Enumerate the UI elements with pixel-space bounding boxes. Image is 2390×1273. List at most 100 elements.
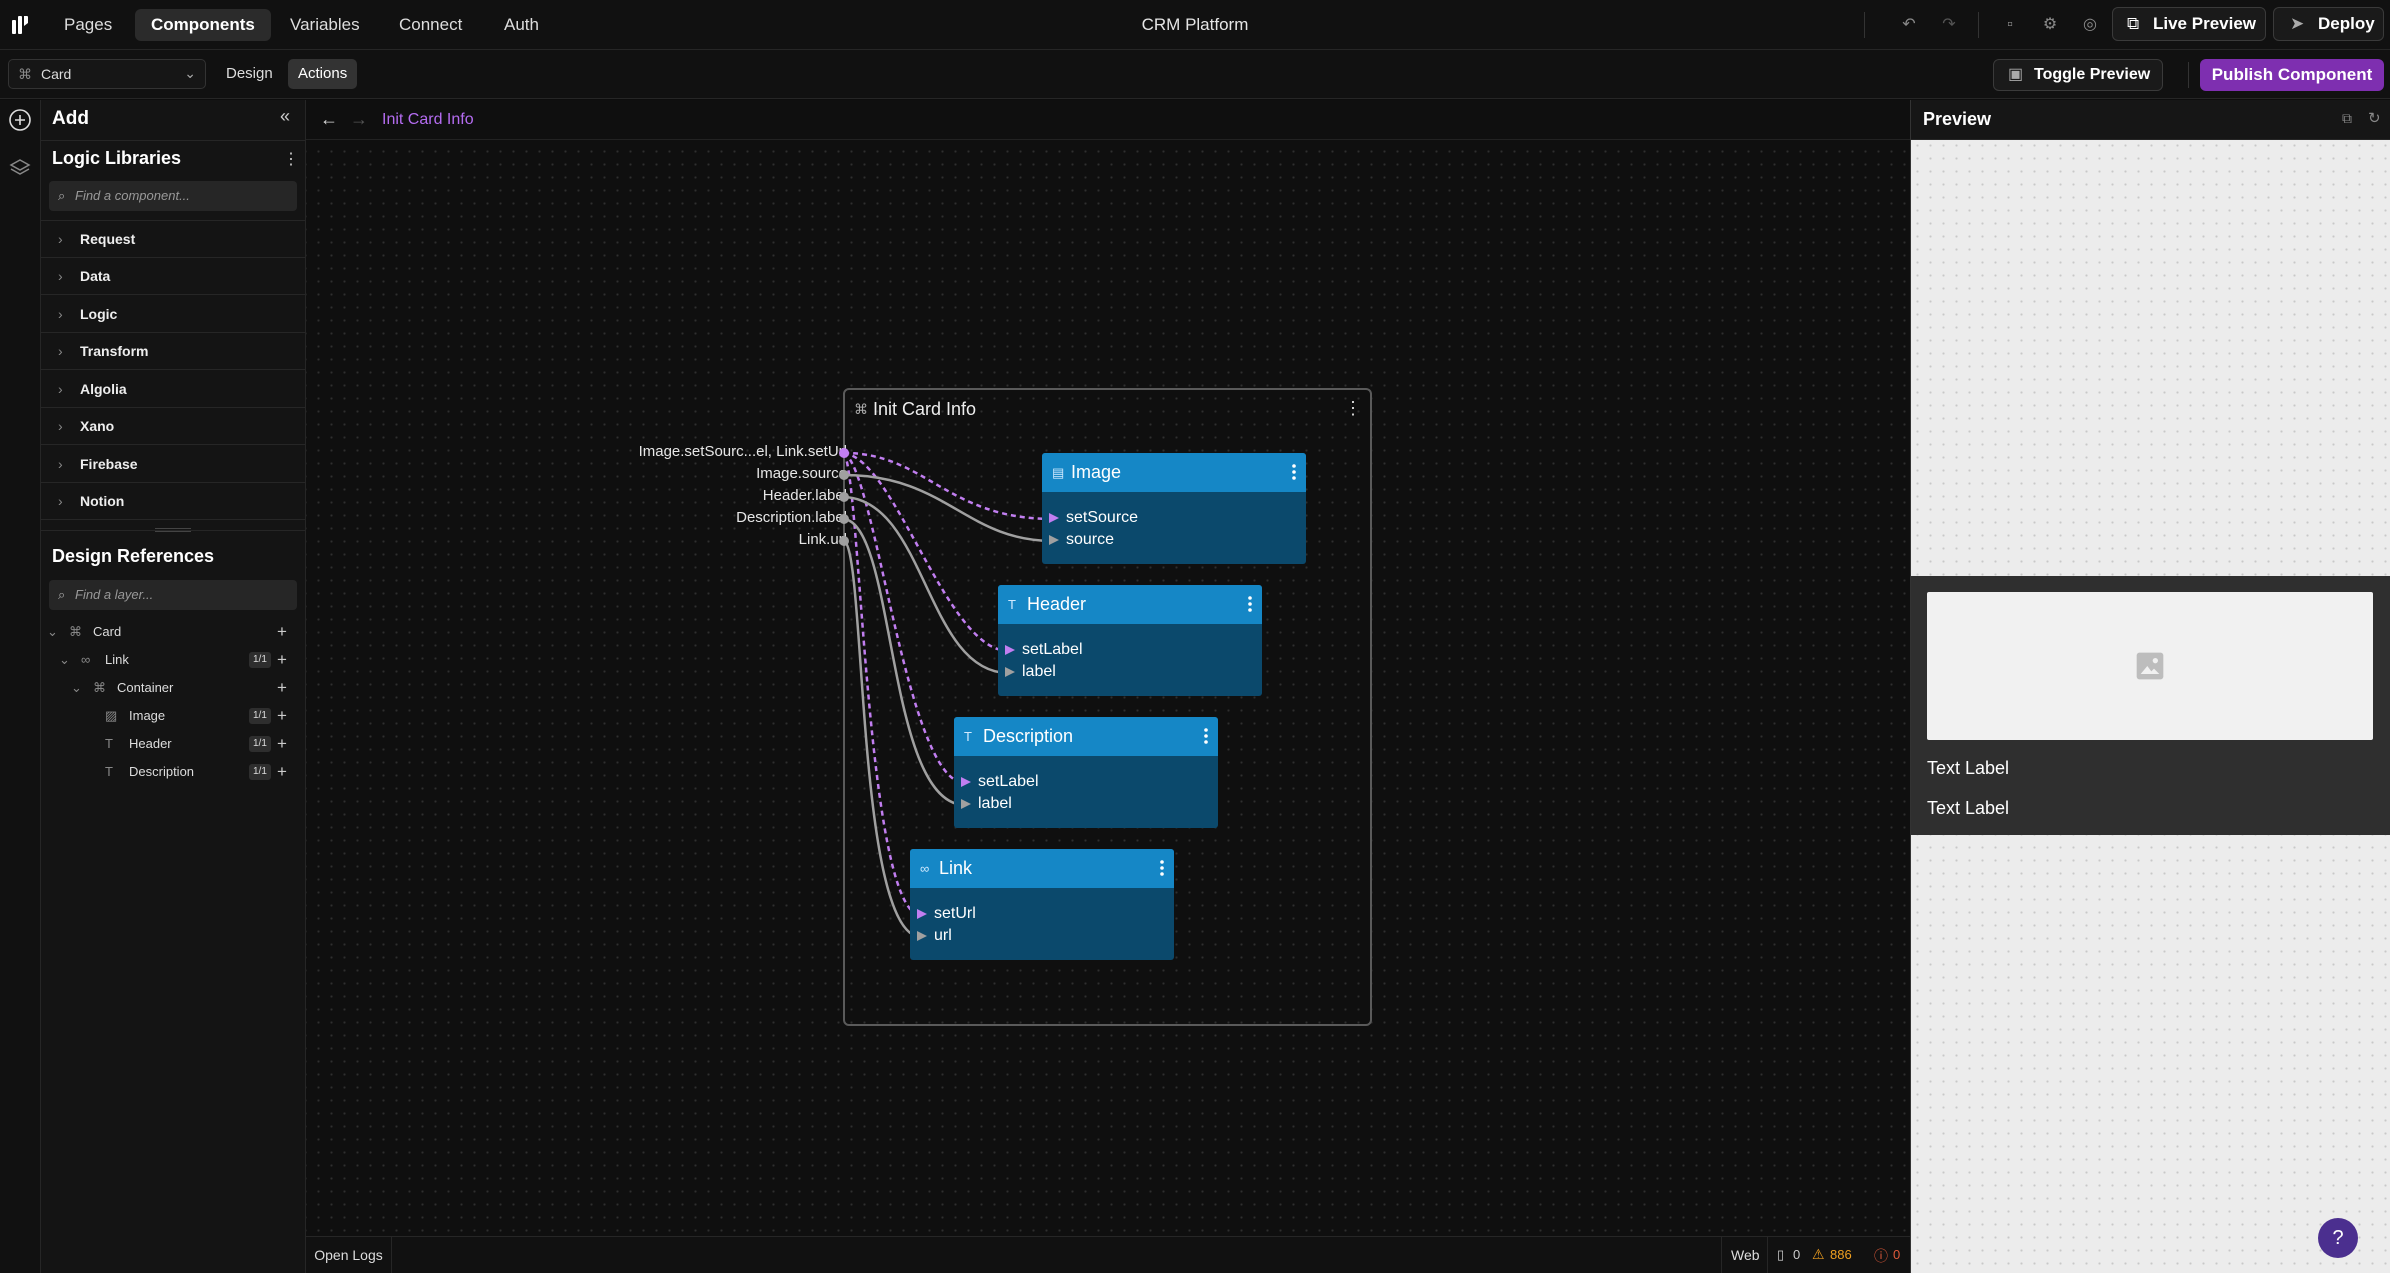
inspect-icon[interactable]: ⧉ <box>2342 110 2352 127</box>
layers-icon[interactable] <box>8 156 32 180</box>
add-icon[interactable]: + <box>277 674 287 702</box>
error-icon[interactable]: ⓘ <box>1874 1246 1888 1266</box>
node-header-bar[interactable]: T Header <box>998 585 1262 624</box>
component-search-placeholder: Find a component... <box>75 188 190 203</box>
tab-design[interactable]: Design <box>216 59 283 89</box>
live-preview-button[interactable]: ⧉ Live Preview <box>2112 7 2266 41</box>
more-vertical-icon[interactable] <box>1288 462 1300 482</box>
add-icon[interactable]: + <box>277 618 287 646</box>
add-icon[interactable]: + <box>277 730 287 758</box>
library-item-xano[interactable]: › Xano <box>41 408 306 445</box>
more-vertical-icon[interactable] <box>1244 594 1256 614</box>
logic-canvas[interactable]: ← → Init Card Info ⌘ Init Card Info ⋮ Im… <box>306 100 1910 1236</box>
component-icon: ⌘ <box>93 680 106 695</box>
node-description[interactable]: T Description setLabel label <box>954 717 1218 828</box>
library-item-label: Data <box>80 268 111 284</box>
add-icon[interactable]: + <box>277 758 287 786</box>
more-vertical-icon[interactable]: ⋮ <box>283 149 299 169</box>
event-input-port[interactable] <box>1004 644 1016 656</box>
output-port[interactable] <box>839 448 849 458</box>
add-icon[interactable] <box>8 108 32 132</box>
library-item-data[interactable]: › Data <box>41 258 306 295</box>
divider <box>1978 12 1979 38</box>
port-label: label <box>1022 663 1056 680</box>
layer-row-card[interactable]: ⌄ ⌘ Card + <box>41 618 306 646</box>
collapse-panel-icon[interactable]: « <box>280 106 290 127</box>
layer-row-image[interactable]: ▨ Image 1/1 + <box>41 702 306 730</box>
library-item-transform[interactable]: › Transform <box>41 333 306 370</box>
nav-tab-components[interactable]: Components <box>135 9 271 41</box>
chevron-right-icon: › <box>58 268 63 284</box>
card-preview[interactable]: Text Label Text Label <box>1911 576 2390 835</box>
port-label: source <box>1066 531 1115 548</box>
library-item-algolia[interactable]: › Algolia <box>41 371 306 408</box>
node-link[interactable]: ∞ Link setUrl url <box>910 849 1174 960</box>
refresh-icon[interactable]: ↻ <box>2368 109 2381 127</box>
layer-row-header[interactable]: T Header 1/1 + <box>41 730 306 758</box>
data-input-port[interactable] <box>1048 534 1060 546</box>
event-input-port[interactable] <box>960 776 972 788</box>
component-select[interactable]: ⌘ Card ⌄ <box>8 59 206 89</box>
nav-tab-auth[interactable]: Auth <box>488 9 555 41</box>
layer-row-description[interactable]: T Description 1/1 + <box>41 758 306 786</box>
toggle-preview-button[interactable]: ▣ Toggle Preview <box>1993 59 2163 91</box>
send-icon: ➤ <box>2290 14 2305 33</box>
node-header[interactable]: T Header setLabel label <box>998 585 1262 696</box>
divider <box>41 140 306 141</box>
globe-icon[interactable]: ◎ <box>2079 14 2101 36</box>
open-logs-button[interactable]: Open Logs <box>306 1237 392 1273</box>
image-icon <box>2136 652 2164 680</box>
port-label: setSource <box>1066 509 1139 526</box>
screen-size-icon[interactable]: ▫ <box>1999 14 2021 36</box>
warning-count: 886 <box>1830 1247 1852 1262</box>
resize-handle[interactable] <box>155 528 191 532</box>
node-header-bar[interactable]: ∞ Link <box>910 849 1174 888</box>
event-input-port[interactable] <box>1048 512 1060 524</box>
chevron-right-icon: › <box>58 493 63 509</box>
add-icon[interactable]: + <box>277 646 287 674</box>
text-icon: T <box>1008 597 1016 612</box>
gear-icon[interactable]: ⚙ <box>2039 14 2061 36</box>
tab-actions[interactable]: Actions <box>288 59 358 89</box>
more-vertical-icon[interactable] <box>1156 858 1168 878</box>
nav-tab-connect[interactable]: Connect <box>383 9 478 41</box>
text-icon: T <box>964 729 972 744</box>
layer-row-container[interactable]: ⌄ ⌘ Container + <box>41 674 306 702</box>
undo-icon[interactable]: ↶ <box>1898 14 1920 36</box>
library-item-firebase[interactable]: › Firebase <box>41 446 306 483</box>
add-icon[interactable]: + <box>277 702 287 730</box>
library-item-request[interactable]: › Request <box>41 221 306 258</box>
library-item-notion[interactable]: › Notion <box>41 483 306 520</box>
more-vertical-icon[interactable] <box>1200 726 1212 746</box>
node-header[interactable]: ▤ Image <box>1042 453 1306 492</box>
output-port[interactable] <box>839 492 849 502</box>
chevron-down-icon[interactable]: ⌄ <box>59 646 70 674</box>
layer-row-link[interactable]: ⌄ ∞ Link 1/1 + <box>41 646 306 674</box>
library-item-logic[interactable]: › Logic <box>41 296 306 333</box>
node-image[interactable]: ▤ Image setSource source <box>1042 453 1306 564</box>
library-item-label: Transform <box>80 343 149 359</box>
output-port[interactable] <box>839 514 849 524</box>
usage-badge: 1/1 <box>249 652 271 668</box>
output-port[interactable] <box>839 536 849 546</box>
component-search-input[interactable]: ⌕ Find a component... <box>49 181 297 211</box>
deploy-button[interactable]: ➤ Deploy <box>2273 7 2384 41</box>
app-logo[interactable] <box>10 14 30 36</box>
event-input-port[interactable] <box>916 908 928 920</box>
chevron-down-icon[interactable]: ⌄ <box>71 674 82 702</box>
chevron-down-icon[interactable]: ⌄ <box>47 618 58 646</box>
data-input-port[interactable] <box>916 930 928 942</box>
data-input-port[interactable] <box>1004 666 1016 678</box>
nav-tab-pages[interactable]: Pages <box>48 9 128 41</box>
output-port[interactable] <box>839 470 849 480</box>
nav-tab-variables[interactable]: Variables <box>274 9 376 41</box>
data-input-port[interactable] <box>960 798 972 810</box>
help-button[interactable]: ? <box>2318 1218 2358 1258</box>
layer-search-input[interactable]: ⌕ Find a layer... <box>49 580 297 610</box>
warning-icon[interactable]: ⚠ <box>1812 1246 1825 1263</box>
info-icon[interactable]: ▯ <box>1777 1247 1784 1263</box>
redo-icon[interactable]: ↷ <box>1938 14 1960 36</box>
node-header-bar[interactable]: T Description <box>954 717 1218 756</box>
publish-component-button[interactable]: Publish Component <box>2200 59 2384 91</box>
library-item-label: Xano <box>80 418 115 434</box>
